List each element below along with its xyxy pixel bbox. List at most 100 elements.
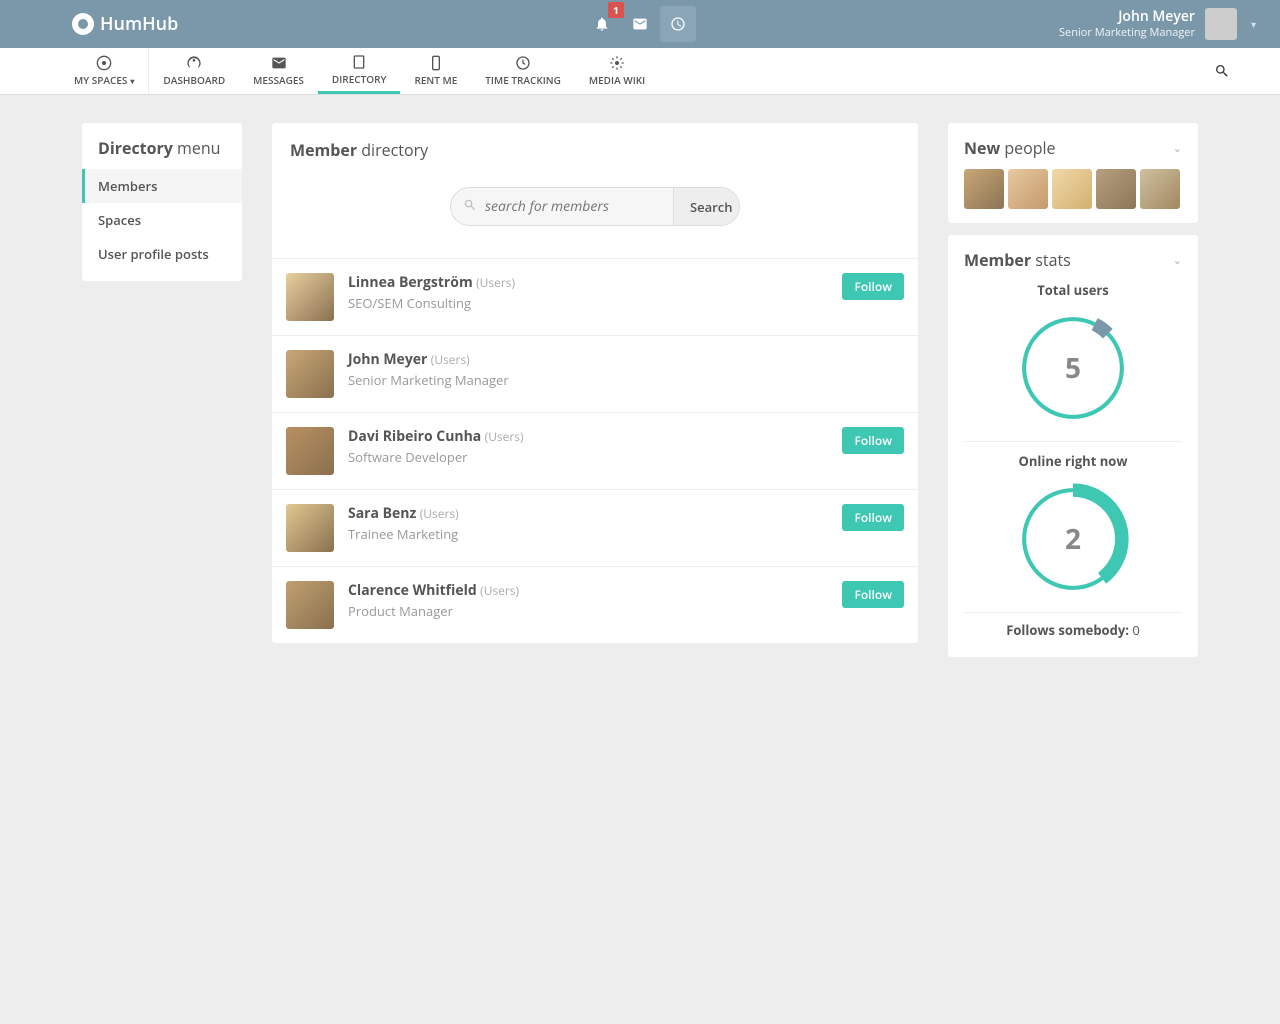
nav-dashboard[interactable]: DASHBOARD bbox=[149, 48, 239, 94]
panel-title: Member stats bbox=[964, 249, 1071, 271]
sidebar-item-profile-posts[interactable]: User profile posts bbox=[82, 237, 242, 271]
user-role: Senior Marketing Manager bbox=[1059, 26, 1195, 39]
avatar[interactable] bbox=[964, 169, 1004, 209]
user-name: John Meyer bbox=[1059, 9, 1195, 26]
search-button[interactable]: Search bbox=[673, 188, 740, 225]
total-users-value: 5 bbox=[1065, 349, 1081, 387]
nav-directory[interactable]: DIRECTORY bbox=[318, 48, 401, 94]
page-container: Directory menu Members Spaces User profi… bbox=[60, 95, 1220, 685]
member-group: (Users) bbox=[485, 428, 524, 445]
nav-label: MY SPACES bbox=[74, 73, 127, 87]
notifications-icon[interactable]: 1 bbox=[584, 6, 620, 42]
caret-down-icon: ▾ bbox=[1251, 17, 1256, 31]
online-now-label: Online right now bbox=[964, 452, 1182, 470]
nav-rent-me[interactable]: RENT ME bbox=[400, 48, 471, 94]
follow-button[interactable]: Follow bbox=[842, 427, 904, 454]
avatar[interactable] bbox=[286, 581, 334, 629]
avatar[interactable] bbox=[1008, 169, 1048, 209]
main-nav: MY SPACES▾ DASHBOARD MESSAGES DIRECTORY … bbox=[0, 48, 1280, 95]
nav-search[interactable] bbox=[1194, 48, 1250, 94]
member-title: Software Developer bbox=[348, 448, 828, 466]
member-title: Product Manager bbox=[348, 602, 828, 620]
nav-label: MEDIA WIKI bbox=[589, 73, 645, 87]
online-now-donut: 2 bbox=[1016, 482, 1130, 596]
topbar: HumHub 1 John Meyer Senior Marketing Man… bbox=[0, 0, 1280, 48]
member-search-input[interactable] bbox=[451, 188, 673, 225]
member-group: (Users) bbox=[431, 351, 470, 368]
member-title: Trainee Marketing bbox=[348, 525, 828, 543]
nav-label: RENT ME bbox=[414, 73, 457, 87]
online-now-value: 2 bbox=[1065, 520, 1081, 558]
member-row: Davi Ribeiro Cunha (Users) Software Deve… bbox=[272, 412, 918, 489]
directory-sidebar: Directory menu Members Spaces User profi… bbox=[82, 123, 242, 281]
member-group: (Users) bbox=[476, 274, 515, 291]
clock-icon[interactable] bbox=[660, 6, 696, 42]
member-title: SEO/SEM Consulting bbox=[348, 294, 828, 312]
total-users-label: Total users bbox=[964, 281, 1182, 299]
member-name[interactable]: Sara Benz bbox=[348, 504, 416, 523]
avatar[interactable] bbox=[286, 350, 334, 398]
nav-messages[interactable]: MESSAGES bbox=[239, 48, 318, 94]
topbar-actions: 1 bbox=[584, 6, 696, 42]
search-icon bbox=[1214, 63, 1230, 79]
avatar[interactable] bbox=[1140, 169, 1180, 209]
nav-my-spaces[interactable]: MY SPACES▾ bbox=[60, 48, 149, 94]
member-name[interactable]: Linnea Bergström bbox=[348, 273, 473, 292]
nav-label: MESSAGES bbox=[253, 73, 304, 87]
sidebar-title: Directory menu bbox=[82, 123, 242, 169]
chevron-down-icon[interactable]: ⌄ bbox=[1173, 253, 1182, 268]
mail-icon[interactable] bbox=[622, 6, 658, 42]
follow-button[interactable]: Follow bbox=[842, 504, 904, 531]
caret-down-icon: ▾ bbox=[130, 76, 134, 87]
avatar[interactable] bbox=[286, 273, 334, 321]
member-search-area: Search bbox=[272, 169, 918, 258]
follow-button[interactable]: Follow bbox=[842, 273, 904, 300]
sidebar-item-spaces[interactable]: Spaces bbox=[82, 203, 242, 237]
member-info: Clarence Whitfield (Users) Product Manag… bbox=[348, 581, 828, 620]
nav-media-wiki[interactable]: MEDIA WIKI bbox=[575, 48, 659, 94]
search-box: Search bbox=[450, 187, 740, 226]
member-info: Davi Ribeiro Cunha (Users) Software Deve… bbox=[348, 427, 828, 466]
follow-button[interactable]: Follow bbox=[842, 581, 904, 608]
nav-label: DASHBOARD bbox=[163, 73, 225, 87]
brand-logo[interactable]: HumHub bbox=[72, 12, 178, 36]
member-name[interactable]: Davi Ribeiro Cunha bbox=[348, 427, 481, 446]
member-row: John Meyer (Users) Senior Marketing Mana… bbox=[272, 335, 918, 412]
member-group: (Users) bbox=[420, 505, 459, 522]
brand-text: HumHub bbox=[100, 12, 178, 36]
avatar[interactable] bbox=[1052, 169, 1092, 209]
member-directory-panel: Member directory Search Linnea Bergström… bbox=[272, 123, 918, 643]
logo-icon bbox=[72, 13, 94, 35]
member-name[interactable]: John Meyer bbox=[348, 350, 427, 369]
member-info: Linnea Bergström (Users) SEO/SEM Consult… bbox=[348, 273, 828, 312]
sidebar-item-members[interactable]: Members bbox=[82, 169, 242, 203]
member-group: (Users) bbox=[480, 582, 519, 599]
nav-label: TIME TRACKING bbox=[485, 73, 561, 87]
member-row: Clarence Whitfield (Users) Product Manag… bbox=[272, 566, 918, 643]
user-avatar bbox=[1205, 8, 1237, 40]
panel-title: Member directory bbox=[272, 123, 918, 169]
member-info: John Meyer (Users) Senior Marketing Mana… bbox=[348, 350, 904, 389]
right-column: New people ⌄ Member stats ⌄ Total users bbox=[948, 123, 1198, 657]
search-icon bbox=[463, 198, 477, 216]
avatar[interactable] bbox=[1096, 169, 1136, 209]
follows-somebody: Follows somebody: 0 bbox=[964, 612, 1182, 643]
member-stats-panel: Member stats ⌄ Total users 5 Online righ… bbox=[948, 235, 1198, 657]
new-people-panel: New people ⌄ bbox=[948, 123, 1198, 223]
member-row: Sara Benz (Users) Trainee Marketing Foll… bbox=[272, 489, 918, 566]
nav-time-tracking[interactable]: TIME TRACKING bbox=[471, 48, 575, 94]
nav-label: DIRECTORY bbox=[332, 72, 387, 86]
avatar[interactable] bbox=[286, 427, 334, 475]
main-content: Member directory Search Linnea Bergström… bbox=[272, 123, 918, 643]
member-info: Sara Benz (Users) Trainee Marketing bbox=[348, 504, 828, 543]
chevron-down-icon[interactable]: ⌄ bbox=[1173, 141, 1182, 156]
user-menu[interactable]: John Meyer Senior Marketing Manager ▾ bbox=[1059, 8, 1256, 40]
avatar[interactable] bbox=[286, 504, 334, 552]
member-name[interactable]: Clarence Whitfield bbox=[348, 581, 477, 600]
member-title: Senior Marketing Manager bbox=[348, 371, 904, 389]
total-users-donut: 5 bbox=[1016, 311, 1130, 425]
member-list: Linnea Bergström (Users) SEO/SEM Consult… bbox=[272, 258, 918, 643]
member-row: Linnea Bergström (Users) SEO/SEM Consult… bbox=[272, 258, 918, 335]
user-text: John Meyer Senior Marketing Manager bbox=[1059, 9, 1195, 39]
new-people-avatars bbox=[964, 169, 1182, 209]
